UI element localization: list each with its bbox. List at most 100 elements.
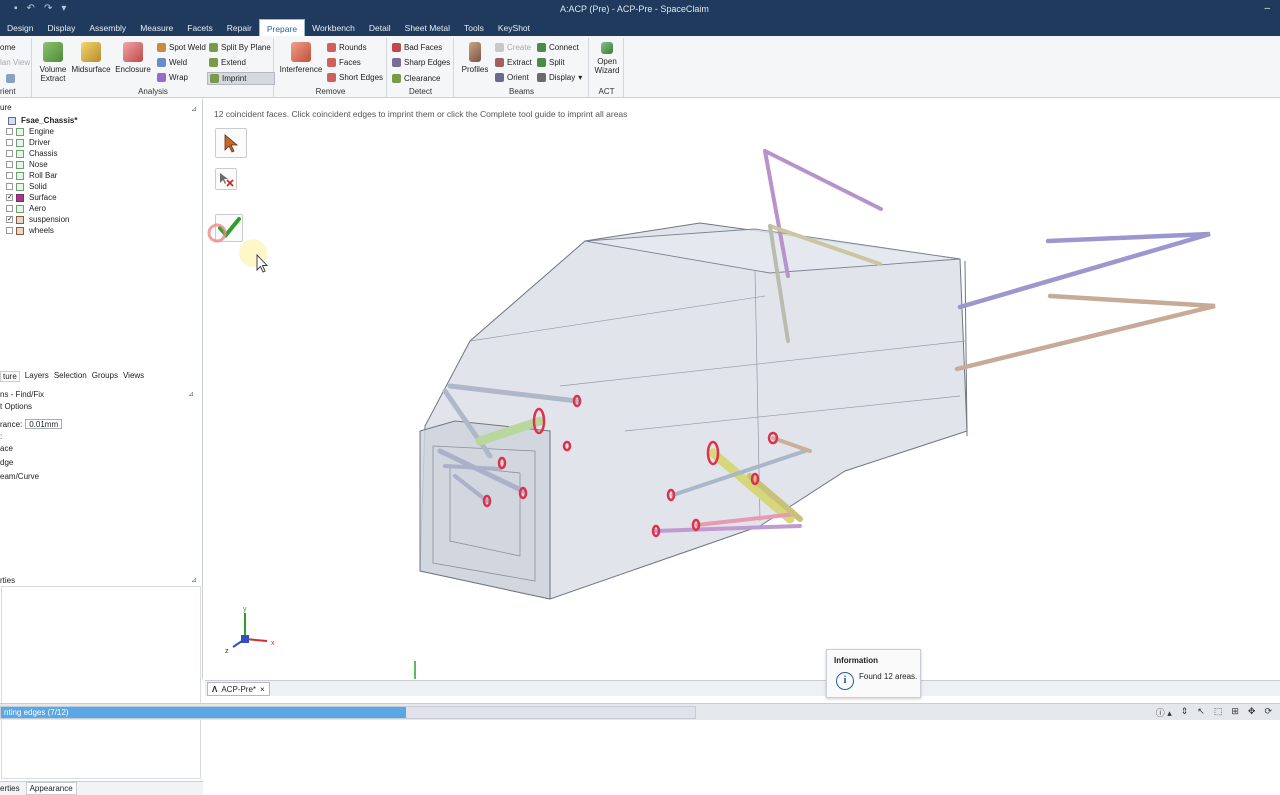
option-edge[interactable]: dge bbox=[0, 457, 200, 469]
tree-item-aero[interactable]: Aero bbox=[0, 203, 200, 214]
surface-icon bbox=[16, 193, 24, 202]
tab-appearance[interactable]: Appearance bbox=[25, 782, 77, 795]
tab-sheet-metal[interactable]: Sheet Metal bbox=[398, 19, 457, 37]
visibility-checkbox[interactable] bbox=[6, 161, 13, 168]
pan-icon[interactable]: ✥ bbox=[1248, 706, 1256, 719]
redo-icon[interactable]: ↷ bbox=[44, 3, 52, 14]
group-label-orient: rient bbox=[0, 87, 16, 96]
tree-item-driver[interactable]: Driver bbox=[0, 137, 200, 148]
structure-panel-header: ure ⊿ bbox=[0, 103, 203, 115]
tab-keyshot[interactable]: KeyShot bbox=[491, 19, 537, 37]
visibility-checkbox[interactable]: ✓ bbox=[6, 194, 13, 201]
display-button[interactable]: Display ▾ bbox=[537, 73, 582, 82]
tree-item-chassis[interactable]: Chassis bbox=[0, 148, 200, 159]
panel-tab-selection[interactable]: Selection bbox=[54, 371, 87, 382]
zoom-icon[interactable]: ⊞ bbox=[1231, 706, 1239, 719]
tree-item-suspension[interactable]: ✓ suspension bbox=[0, 214, 200, 225]
rotate-icon[interactable]: ⟳ bbox=[1264, 706, 1272, 719]
visibility-checkbox[interactable] bbox=[6, 227, 13, 234]
option-beam-curve[interactable]: eam/Curve bbox=[0, 471, 200, 483]
tolerance-input[interactable]: 0.01mm bbox=[25, 419, 63, 429]
rounds-button[interactable]: Rounds bbox=[327, 43, 367, 52]
short-edges-button[interactable]: Short Edges bbox=[327, 73, 383, 82]
pin-icon[interactable]: ⊿ bbox=[188, 389, 194, 401]
orient-misc-icon[interactable] bbox=[6, 74, 15, 83]
undo-icon[interactable]: ↶ bbox=[27, 3, 35, 14]
tree-item-nose[interactable]: Nose bbox=[0, 159, 200, 170]
home-button[interactable]: ome bbox=[0, 43, 16, 52]
model-view[interactable]: y x z bbox=[205, 101, 1280, 679]
extract-icon bbox=[495, 58, 504, 67]
tree-item-surface[interactable]: ✓ Surface bbox=[0, 192, 200, 203]
open-wizard-button[interactable]: Open Wizard bbox=[592, 42, 622, 75]
progress-text: nting edges (7/12) bbox=[4, 708, 69, 717]
plan-view-button[interactable]: lan View bbox=[0, 58, 30, 67]
group-analysis: Volume Extract Midsurface Enclosure Spot… bbox=[33, 38, 276, 98]
option-face[interactable]: ace bbox=[0, 443, 200, 455]
tree-item-wheels[interactable]: wheels bbox=[0, 225, 200, 236]
split-button[interactable]: Split bbox=[537, 58, 565, 67]
box-select-icon[interactable]: ⬚ bbox=[1214, 706, 1223, 719]
tab-properties[interactable]: erties bbox=[0, 784, 20, 793]
create-button[interactable]: Create bbox=[495, 43, 531, 52]
group-label-remove: Remove bbox=[315, 87, 346, 96]
panel-tab-groups[interactable]: Groups bbox=[92, 371, 118, 382]
connect-button[interactable]: Connect bbox=[537, 43, 579, 52]
tab-workbench[interactable]: Workbench bbox=[305, 19, 362, 37]
tab-repair[interactable]: Repair bbox=[220, 19, 259, 37]
spot-weld-button[interactable]: Spot Weld bbox=[157, 43, 206, 52]
profiles-button[interactable]: Profiles bbox=[458, 42, 492, 74]
extend-button[interactable]: Extend bbox=[209, 58, 246, 67]
pointer-icon[interactable]: ↖ bbox=[1197, 706, 1205, 719]
visibility-checkbox[interactable] bbox=[6, 183, 13, 190]
spot-weld-icon bbox=[157, 43, 166, 52]
visibility-checkbox[interactable] bbox=[6, 139, 13, 146]
bad-faces-button[interactable]: Bad Faces bbox=[392, 43, 442, 52]
panel-tab-views[interactable]: Views bbox=[123, 371, 144, 382]
tab-assembly[interactable]: Assembly bbox=[82, 19, 133, 37]
split-by-plane-button[interactable]: Split By Plane bbox=[209, 43, 271, 52]
weld-button[interactable]: Weld bbox=[157, 58, 187, 67]
visibility-checkbox[interactable] bbox=[6, 172, 13, 179]
tab-tools[interactable]: Tools bbox=[457, 19, 491, 37]
tab-display[interactable]: Display bbox=[40, 19, 82, 37]
tab-design[interactable]: Design bbox=[0, 19, 40, 37]
tab-measure[interactable]: Measure bbox=[133, 19, 180, 37]
close-icon[interactable]: × bbox=[260, 685, 265, 694]
faces-icon bbox=[327, 58, 336, 67]
tab-prepare[interactable]: Prepare bbox=[258, 19, 306, 37]
pin-icon[interactable]: ⊿ bbox=[191, 576, 197, 584]
interference-button[interactable]: Interference bbox=[278, 42, 324, 74]
tab-detail[interactable]: Detail bbox=[362, 19, 398, 37]
tab-facets[interactable]: Facets bbox=[180, 19, 220, 37]
faces-button[interactable]: Faces bbox=[327, 58, 361, 67]
select-mode-icon[interactable]: ⇕ bbox=[1181, 706, 1189, 719]
tree-item-engine[interactable]: Engine bbox=[0, 126, 200, 137]
wrap-button[interactable]: Wrap bbox=[157, 73, 188, 82]
imprint-button[interactable]: Imprint bbox=[207, 72, 276, 85]
orient-button[interactable]: Orient bbox=[495, 73, 529, 82]
minimize-icon[interactable]: – bbox=[1264, 3, 1270, 14]
clearance-button[interactable]: Clearance bbox=[392, 74, 440, 83]
customize-icon[interactable]: ▾ bbox=[61, 3, 66, 14]
visibility-checkbox[interactable]: ✓ bbox=[6, 216, 13, 223]
tree-item-roll-bar[interactable]: Roll Bar bbox=[0, 170, 200, 181]
tree-root[interactable]: Fsae_Chassis* bbox=[0, 115, 200, 126]
extract-button[interactable]: Extract bbox=[495, 58, 532, 67]
visibility-checkbox[interactable] bbox=[6, 205, 13, 212]
pin-icon[interactable]: ⊿ bbox=[191, 105, 197, 113]
save-icon[interactable]: ▪ bbox=[14, 3, 18, 14]
visibility-checkbox[interactable] bbox=[6, 150, 13, 157]
assembly-icon bbox=[8, 116, 16, 125]
document-tab[interactable]: Λ ACP-Pre* × bbox=[207, 682, 270, 696]
graphics-viewport[interactable]: 12 coincident faces. Click coincident ed… bbox=[205, 101, 1280, 679]
sharp-edges-button[interactable]: Sharp Edges bbox=[392, 58, 450, 67]
volume-extract-button[interactable]: Volume Extract bbox=[37, 42, 69, 83]
panel-tab-layers[interactable]: Layers bbox=[25, 371, 49, 382]
panel-tab-ture[interactable]: ture bbox=[0, 371, 20, 382]
visibility-checkbox[interactable] bbox=[6, 128, 13, 135]
info-status-icon[interactable]: ⓘ ▴ bbox=[1156, 706, 1172, 719]
tree-item-solid[interactable]: Solid bbox=[0, 181, 200, 192]
midsurface-button[interactable]: Midsurface bbox=[71, 42, 111, 74]
enclosure-button[interactable]: Enclosure bbox=[114, 42, 152, 74]
